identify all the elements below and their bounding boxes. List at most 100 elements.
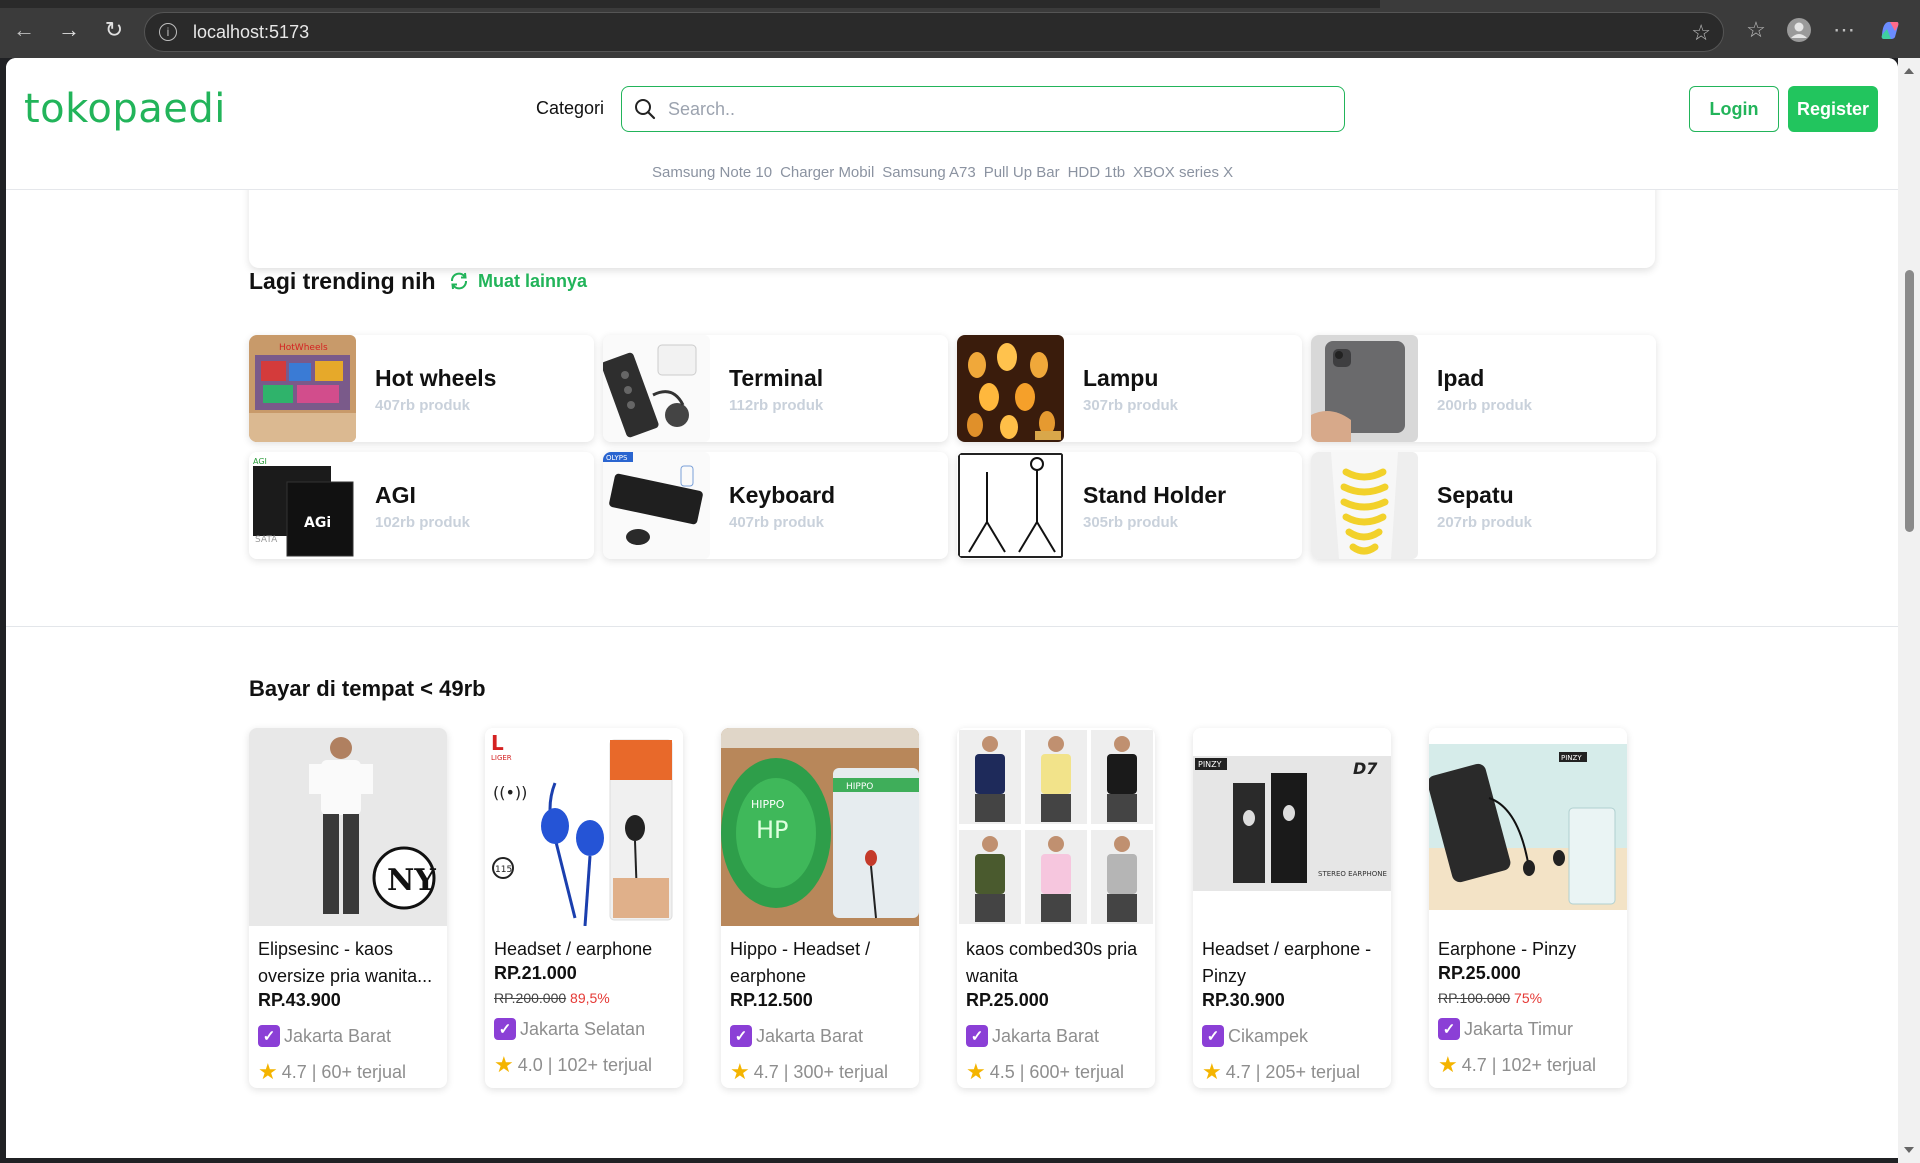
trending-card[interactable]: Ipad 200rb produk: [1311, 335, 1656, 442]
product-image: HIPPO HP HIPPO: [721, 728, 919, 926]
scrollbar-thumb[interactable]: [1905, 270, 1914, 532]
product-price: RP.43.900: [258, 990, 341, 1010]
site-logo[interactable]: tokopaedi: [24, 86, 226, 132]
svg-text:OLYPS: OLYPS: [606, 454, 628, 462]
product-price: RP.12.500: [730, 990, 813, 1010]
svg-text:HIPPO: HIPPO: [846, 782, 873, 792]
svg-text:PINZY: PINZY: [1198, 760, 1222, 769]
forward-icon[interactable]: →: [55, 16, 83, 44]
trending-count: 407rb produk: [729, 514, 825, 531]
trending-card[interactable]: Stand Holder 305rb produk: [957, 452, 1302, 559]
star-icon: ★: [730, 1059, 750, 1084]
svg-text:STEREO EARPHONE: STEREO EARPHONE: [1318, 870, 1387, 878]
svg-text:AGI: AGI: [253, 457, 267, 466]
product-discount: RP.100.000 75%: [1438, 990, 1542, 1006]
trending-image: [957, 452, 1064, 559]
star-icon: ★: [966, 1059, 986, 1084]
scroll-up-icon[interactable]: [1904, 68, 1914, 74]
trending-card[interactable]: Terminal 112rb produk: [603, 335, 948, 442]
category-menu[interactable]: Categori: [536, 98, 604, 119]
scroll-down-icon[interactable]: [1904, 1147, 1914, 1153]
star-icon: ★: [258, 1059, 278, 1084]
trending-count: 407rb produk: [375, 397, 471, 414]
site-info-icon[interactable]: i: [159, 23, 177, 41]
verified-badge-icon: ✓: [1202, 1025, 1224, 1047]
back-icon[interactable]: ←: [10, 16, 38, 44]
reload-icon[interactable]: ↻: [100, 16, 128, 44]
quick-link[interactable]: XBOX series X: [1133, 164, 1233, 181]
trending-image: [1311, 335, 1418, 442]
star-icon: ★: [1438, 1052, 1458, 1077]
discount-percent: 89,5%: [570, 990, 610, 1006]
page-scrollbar[interactable]: [1898, 58, 1920, 1163]
product-price: RP.30.900: [1202, 990, 1285, 1010]
rating-text: 4.7 | 60+ terjual: [281, 1061, 406, 1082]
product-card[interactable]: PINZY Earphone - Pinzy RP.25.000 RP.100.…: [1429, 728, 1627, 1088]
copilot-icon[interactable]: [1876, 16, 1904, 44]
product-name: kaos combed30s pria wanita: [966, 939, 1138, 986]
trending-count: 200rb produk: [1437, 397, 1533, 414]
location-text: Jakarta Barat: [284, 1025, 392, 1046]
product-location: ✓ Jakarta Barat: [258, 1025, 391, 1047]
location-text: Jakarta Barat: [756, 1025, 864, 1046]
profile-avatar-icon[interactable]: [1785, 16, 1813, 44]
svg-text:PINZY: PINZY: [1561, 754, 1582, 762]
trending-name: Ipad: [1437, 365, 1485, 391]
more-menu-icon[interactable]: ⋯: [1830, 16, 1858, 44]
quick-link[interactable]: Samsung A73: [882, 164, 975, 181]
product-card[interactable]: HIPPO HP HIPPO Hippo - Headset / earphone …: [721, 728, 919, 1088]
favorites-icon[interactable]: ☆: [1742, 16, 1770, 44]
quick-link[interactable]: Pull Up Bar: [984, 164, 1060, 181]
trending-count: 207rb produk: [1437, 514, 1533, 531]
product-name: Earphone - Pinzy: [1438, 939, 1577, 959]
quick-link[interactable]: Charger Mobil: [780, 164, 874, 181]
login-button[interactable]: Login: [1689, 86, 1779, 132]
svg-text:NY: NY: [387, 863, 436, 898]
product-image: PINZY: [1429, 728, 1627, 926]
trending-name: Stand Holder: [1083, 482, 1227, 508]
product-location: ✓ Jakarta Selatan: [494, 1018, 645, 1040]
product-image: [957, 728, 1155, 926]
trending-count: 112rb produk: [729, 397, 824, 414]
svg-text:LIGER: LIGER: [491, 754, 512, 762]
trending-card[interactable]: AGi SATA AGI AGI 102rb produk: [249, 452, 594, 559]
svg-text:D7: D7: [1353, 759, 1378, 778]
product-image: L LIGER ((•)) 115: [485, 728, 683, 926]
product-name: Headset / earphone - Pinzy: [1202, 939, 1372, 986]
rating-text: 4.7 | 205+ terjual: [1225, 1061, 1361, 1082]
trending-card[interactable]: HotWheels Hot wheels 407rb produk: [249, 335, 594, 442]
trending-image: [603, 335, 710, 442]
star-icon: ★: [1202, 1059, 1222, 1084]
trending-card[interactable]: OLYPS Keyboard 407rb produk: [603, 452, 948, 559]
product-price: RP.25.000: [1438, 963, 1521, 983]
svg-text:115: 115: [495, 865, 512, 875]
product-price: RP.25.000: [966, 990, 1049, 1010]
search-input[interactable]: [668, 98, 1308, 120]
trending-image: HotWheels: [249, 335, 356, 442]
trending-card[interactable]: Lampu 307rb produk: [957, 335, 1302, 442]
product-card[interactable]: kaos combed30s pria wanita RP.25.000 ✓ Ja…: [957, 728, 1155, 1088]
product-location: ✓ Cikampek: [1202, 1025, 1308, 1047]
trending-card[interactable]: Sepatu 207rb produk: [1311, 452, 1656, 559]
register-button[interactable]: Register: [1788, 86, 1878, 132]
quick-link[interactable]: Samsung Note 10: [652, 164, 772, 181]
trending-image: AGi SATA AGI: [249, 452, 356, 559]
search-box[interactable]: [621, 86, 1345, 132]
bookmark-star-icon[interactable]: ☆: [1691, 20, 1711, 46]
product-rating: ★ 4.7 | 60+ terjual: [258, 1061, 406, 1083]
product-card[interactable]: NY Elipsesinc - kaos oversize pria wanit…: [249, 728, 447, 1088]
rating-text: 4.7 | 300+ terjual: [753, 1061, 889, 1082]
quick-link[interactable]: HDD 1tb: [1068, 164, 1126, 181]
rating-text: 4.5 | 600+ terjual: [989, 1061, 1125, 1082]
load-more-link[interactable]: Muat lainnya: [448, 270, 587, 292]
star-icon: ★: [494, 1052, 514, 1077]
site-header: tokopaedi Categori Login Register Samsun…: [6, 58, 1898, 190]
product-card[interactable]: L LIGER ((•)) 115 Headset / earphone RP.21.…: [485, 728, 683, 1088]
product-rating: ★ 4.5 | 600+ terjual: [966, 1061, 1124, 1083]
search-icon: [635, 99, 656, 120]
product-name: Elipsesinc - kaos oversize pria wanita..…: [258, 939, 433, 986]
tab-strip: [0, 0, 1380, 8]
verified-badge-icon: ✓: [730, 1025, 752, 1047]
address-bar[interactable]: i localhost:5173 ☆: [144, 12, 1724, 52]
product-card[interactable]: PINZY D7 STEREO EARPHONE Headset / earphon…: [1193, 728, 1391, 1088]
